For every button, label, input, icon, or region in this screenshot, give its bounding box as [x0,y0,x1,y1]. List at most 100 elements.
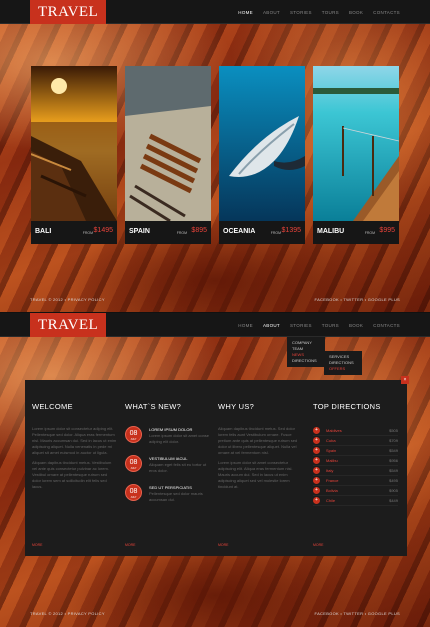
welcome-column: WELCOME Lorem ipsum dolor sit consectetu… [32,402,117,494]
direction-price: $956 [389,458,398,463]
direction-row[interactable]: + Cuba $709 [313,436,398,446]
plus-icon: + [313,437,320,444]
direction-row[interactable]: + Italy $549 [313,466,398,476]
destination-price: $895 [191,227,207,234]
top-directions-column: TOP DIRECTIONS + Maldives $505 + Cuba $709 +… [313,402,398,506]
directions-more-link[interactable]: MORE [313,543,324,547]
nav-stories[interactable]: STORIES [290,10,312,15]
footer-copyright[interactable]: TRAVEL © 2012 • PRIVACY POLICY [30,611,105,616]
from-label: FROM [364,231,375,235]
plus-icon: + [313,457,320,464]
nav-tours[interactable]: TOURS [322,10,339,15]
destination-card-bali[interactable]: BALI FROM $1495 [31,66,117,244]
menu-item-directions[interactable]: DIRECTIONS [292,358,320,364]
welcome-more-link[interactable]: MORE [32,543,43,547]
direction-price: $449 [389,498,398,503]
direction-row[interactable]: + Maldives $505 [313,426,398,436]
about-dropdown-menu: COMPANY TEAM NEWS DIRECTIONS [287,337,325,367]
direction-name[interactable]: Chile [326,498,335,503]
nav-book[interactable]: BOOK [349,10,363,15]
nav-about[interactable]: ABOUT [263,323,280,328]
footer: TRAVEL © 2012 • PRIVACY POLICY FACEBOOK … [30,294,400,304]
news-text: SED UT PERSPICIATIS Pellentesque sed dol… [149,485,213,502]
news-body: Aliquam eget felis sit eu tortor ut eros… [149,462,207,473]
direction-name[interactable]: France [326,478,338,483]
direction-name[interactable]: Maldives [326,428,342,433]
direction-name[interactable]: Bolivia [326,488,338,493]
nav-home[interactable]: HOME [238,10,253,15]
direction-price: $905 [389,488,398,493]
direction-name[interactable]: Malibu [326,458,338,463]
directions-submenu: SERVICES DIRECTIONS OFFERS [324,351,362,375]
submenu-item-offers[interactable]: OFFERS [329,366,357,372]
footer-social-links[interactable]: FACEBOOK • TWITTER • GOOGLE PLUS [315,611,400,616]
destination-name: SPAIN [129,228,150,235]
nav-book[interactable]: BOOK [349,323,363,328]
date-month: JULY [130,496,137,499]
direction-name[interactable]: Spain [326,448,336,453]
date-month: JULY [130,438,137,441]
news-item[interactable]: 08 JULY LOREM IPSUM DOLOR Lorem ipsum do… [125,426,210,451]
direction-name[interactable]: Cuba [326,438,336,443]
plus-icon: + [313,487,320,494]
nav-stories[interactable]: STORIES [290,323,312,328]
destination-price: $1395 [281,227,301,234]
news-column: WHAT`S NEW? 08 JULY LOREM IPSUM DOLOR Lo… [125,402,210,513]
date-badge: 08 JULY [125,484,142,501]
date-day: 08 [129,488,138,495]
oceania-caption: OCEANIA FROM $1395 [219,221,305,244]
from-label: FROM [82,231,93,235]
spain-photo [125,66,211,221]
footer-social-links[interactable]: FACEBOOK • TWITTER • GOOGLE PLUS [315,297,400,302]
direction-row[interactable]: + France $495 [313,476,398,486]
footer-copyright[interactable]: TRAVEL © 2012 • PRIVACY POLICY [30,297,105,302]
why-us-paragraph: Lorem ipsum dolor sit amet consectetur a… [218,460,293,489]
top-directions-title: TOP DIRECTIONS [313,402,381,411]
date-badge: 08 JULY [125,455,142,472]
destination-name: OCEANIA [223,228,256,235]
direction-name[interactable]: Italy [326,468,333,473]
logo[interactable]: TRAVEL [30,313,107,337]
footer: TRAVEL © 2012 • PRIVACY POLICY FACEBOOK … [30,608,400,618]
logo[interactable]: TRAVEL [30,0,107,24]
news-body: Pellentesque sed dolor mauris accumsan d… [149,491,203,502]
direction-row[interactable]: + Malibu $956 [313,456,398,466]
about-content-panel: × WELCOME Lorem ipsum dolor sit consecte… [25,376,409,556]
destination-card-oceania[interactable]: OCEANIA FROM $1395 [219,66,305,244]
oceania-photo [219,66,305,221]
direction-row[interactable]: + Chile $449 [313,496,398,506]
nav-home[interactable]: HOME [238,323,253,328]
news-title: WHAT`S NEW? [125,402,182,411]
direction-price: $549 [389,448,398,453]
main-nav: HOME ABOUT STORIES TOURS BOOK CONTACTS [238,0,400,24]
spain-caption: SPAIN FROM $895 [125,221,211,244]
date-day: 08 [129,430,138,437]
direction-price: $709 [389,438,398,443]
nav-contacts[interactable]: CONTACTS [373,323,400,328]
direction-row[interactable]: + Bolivia $905 [313,486,398,496]
why-us-more-link[interactable]: MORE [218,543,229,547]
direction-price: $549 [389,468,398,473]
top-navbar: TRAVEL HOME ABOUT STORIES TOURS BOOK CON… [0,313,430,337]
about-screen: TRAVEL HOME ABOUT STORIES TOURS BOOK CON… [0,313,430,627]
destination-price: $995 [379,227,395,234]
plus-icon: + [313,477,320,484]
destination-card-spain[interactable]: SPAIN FROM $895 [125,66,211,244]
news-more-link[interactable]: MORE [125,543,136,547]
plus-icon: + [313,447,320,454]
nav-contacts[interactable]: CONTACTS [373,10,400,15]
close-button[interactable]: × [401,376,409,384]
from-label: FROM [176,231,187,235]
from-label: FROM [270,231,281,235]
news-item[interactable]: 08 JULY SED UT PERSPICIATIS Pellentesque… [125,484,210,509]
nav-about[interactable]: ABOUT [263,10,280,15]
welcome-paragraph: Aliquam dapibus tincidunt metus. Vestibu… [32,460,112,489]
news-item[interactable]: 08 JULY VESTIBULUM IACUL Aliquam eget fe… [125,455,210,480]
bali-caption: BALI FROM $1495 [31,221,117,244]
news-text: LOREM IPSUM DOLOR Lorem ipsum dolor sit … [149,427,213,444]
nav-tours[interactable]: TOURS [322,323,339,328]
direction-row[interactable]: + Spain $549 [313,446,398,456]
home-screen: TRAVEL HOME ABOUT STORIES TOURS BOOK CON… [0,0,430,312]
destination-name: MALIBU [317,228,345,235]
destination-card-malibu[interactable]: MALIBU FROM $995 [313,66,399,244]
